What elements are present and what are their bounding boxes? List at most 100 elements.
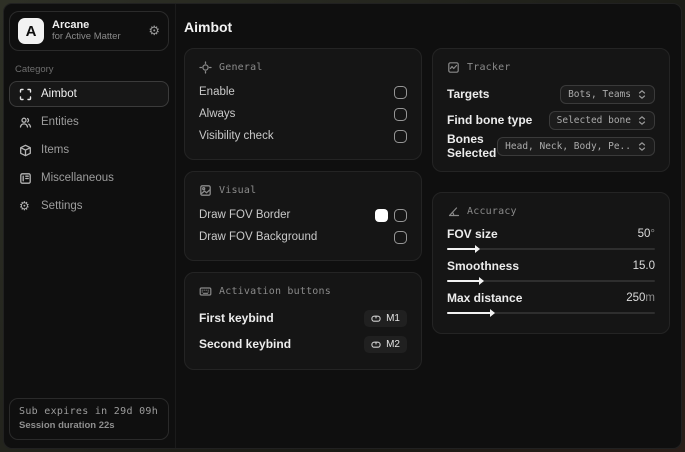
row-label: Draw FOV Background <box>199 231 318 243</box>
draw-fov-border-row: Draw FOV Border <box>199 204 407 226</box>
activation-buttons-section: Activation buttons First keybind M1 Seco… <box>184 272 422 370</box>
enable-row: Enable <box>199 81 407 103</box>
bones-selected-row: Bones Selected Head, Neck, Body, Pe.. <box>447 132 655 160</box>
row-label: Bones Selected <box>447 132 497 160</box>
section-title: Activation buttons <box>219 286 331 297</box>
slider-value: 15.0 <box>632 259 655 272</box>
slider-value: 250m <box>626 291 655 304</box>
dropdown-value: Selected bone <box>556 114 631 126</box>
crosshair-icon <box>199 61 212 74</box>
category-label: Category <box>15 64 54 75</box>
bones-selected-dropdown[interactable]: Head, Neck, Body, Pe.. <box>497 136 655 156</box>
category-nav: Aimbot Entities Items Miscellaneous ⚙ Se… <box>9 81 169 219</box>
activation-header: Activation buttons <box>199 285 407 298</box>
general-section: General Enable Always Visibility check <box>184 48 422 160</box>
gear-icon[interactable]: ⚙ <box>148 24 160 39</box>
accuracy-header: Accuracy <box>447 205 655 218</box>
targets-row: Targets Bots, Teams <box>447 81 655 107</box>
row-label: Max distance <box>447 290 523 305</box>
slider-thumb[interactable] <box>475 245 481 253</box>
unfold-icon <box>637 141 647 152</box>
page-title: Aimbot <box>184 19 233 35</box>
row-label: First keybind <box>199 311 274 325</box>
accuracy-section: Accuracy FOV size 50° Smoothness 15.0 Ma… <box>432 192 670 334</box>
gear-icon: ⚙ <box>19 199 30 213</box>
radar-icon <box>447 61 460 74</box>
keyboard-icon <box>199 285 212 298</box>
slider-fill <box>447 277 485 285</box>
max-distance-slider-block: Max distance 250m <box>447 289 655 317</box>
visibility-check-row: Visibility check <box>199 125 407 147</box>
sidebar-item-label: Settings <box>41 200 83 212</box>
mouse-icon <box>371 339 381 350</box>
row-label: Targets <box>447 87 490 101</box>
row-label: Find bone type <box>447 113 533 127</box>
draw-fov-border-checkbox[interactable] <box>394 208 407 222</box>
fov-size-slider[interactable] <box>447 245 655 253</box>
sidebar-item-label: Miscellaneous <box>41 172 114 184</box>
sidebar: A Arcane for Active Matter ⚙ Category Ai… <box>4 4 176 448</box>
dropdown-value: Bots, Teams <box>568 88 631 100</box>
sidebar-item-label: Aimbot <box>41 88 77 100</box>
row-label: FOV size <box>447 226 498 241</box>
fov-size-slider-block: FOV size 50° <box>447 225 655 253</box>
game-backdrop: A Arcane for Active Matter ⚙ Category Ai… <box>0 0 685 452</box>
sidebar-item-miscellaneous[interactable]: Miscellaneous <box>9 165 169 191</box>
sidebar-item-settings[interactable]: ⚙ Settings <box>9 193 169 219</box>
slider-value: 50° <box>637 227 655 240</box>
visual-section: Visual Draw FOV Border Draw FOV Backgrou… <box>184 171 422 261</box>
unfold-icon <box>637 89 647 100</box>
row-label: Draw FOV Border <box>199 209 291 221</box>
first-keybind-button[interactable]: M1 <box>364 309 407 327</box>
find-bone-type-row: Find bone type Selected bone <box>447 107 655 133</box>
viewfinder-icon <box>19 88 32 101</box>
sidebar-item-label: Items <box>41 144 70 156</box>
dropdown-value: Head, Neck, Body, Pe.. <box>505 140 631 152</box>
row-label: Enable <box>199 86 235 98</box>
find-bone-type-dropdown[interactable]: Selected bone <box>548 110 655 130</box>
enable-checkbox[interactable] <box>394 85 407 99</box>
row-label: Second keybind <box>199 337 292 351</box>
sidebar-item-items[interactable]: Items <box>9 137 169 163</box>
section-title: Accuracy <box>467 206 517 217</box>
always-checkbox[interactable] <box>394 107 407 121</box>
slider-thumb[interactable] <box>479 277 485 285</box>
targets-dropdown[interactable]: Bots, Teams <box>560 84 655 104</box>
sub-expires-text: Sub expires in 29d 09h <box>19 406 159 417</box>
draw-fov-background-checkbox[interactable] <box>394 230 407 244</box>
sidebar-item-entities[interactable]: Entities <box>9 109 169 135</box>
visual-header: Visual <box>199 184 407 197</box>
first-keybind-row: First keybind M1 <box>199 305 407 331</box>
section-title: Visual <box>219 185 257 196</box>
subscription-info: Sub expires in 29d 09h Session duration … <box>9 398 169 440</box>
sidebar-item-aimbot[interactable]: Aimbot <box>9 81 169 107</box>
row-label: Smoothness <box>447 258 520 273</box>
people-icon <box>19 116 32 129</box>
smoothness-slider-block: Smoothness 15.0 <box>447 257 655 285</box>
app-name: Arcane <box>52 19 90 32</box>
second-keybind-button[interactable]: M2 <box>364 335 407 353</box>
unfold-icon <box>637 115 647 126</box>
row-label: Visibility check <box>199 130 274 142</box>
mouse-icon <box>371 313 381 324</box>
slider-fill <box>447 245 481 253</box>
session-duration-text: Session duration 22s <box>19 420 115 431</box>
row-label: Always <box>199 108 236 120</box>
left-column: General Enable Always Visibility check V… <box>184 48 422 370</box>
brand-card: A Arcane for Active Matter ⚙ <box>9 11 169 51</box>
arcane-menu-window: A Arcane for Active Matter ⚙ Category Ai… <box>3 3 682 449</box>
panel-list-icon <box>19 172 32 185</box>
draw-fov-background-row: Draw FOV Background <box>199 226 407 248</box>
max-distance-slider[interactable] <box>447 309 655 317</box>
slider-thumb[interactable] <box>489 309 495 317</box>
general-header: General <box>199 61 407 74</box>
tracker-header: Tracker <box>447 61 655 74</box>
app-subtitle: for Active Matter <box>52 30 121 42</box>
smoothness-slider[interactable] <box>447 277 655 285</box>
section-title: General <box>219 62 263 73</box>
main-content: Aimbot General Enable Always Visibility … <box>176 4 681 448</box>
visibility-check-checkbox[interactable] <box>394 129 407 143</box>
fov-border-color-swatch[interactable] <box>375 208 388 222</box>
brand-text: Arcane for Active Matter <box>52 19 140 43</box>
